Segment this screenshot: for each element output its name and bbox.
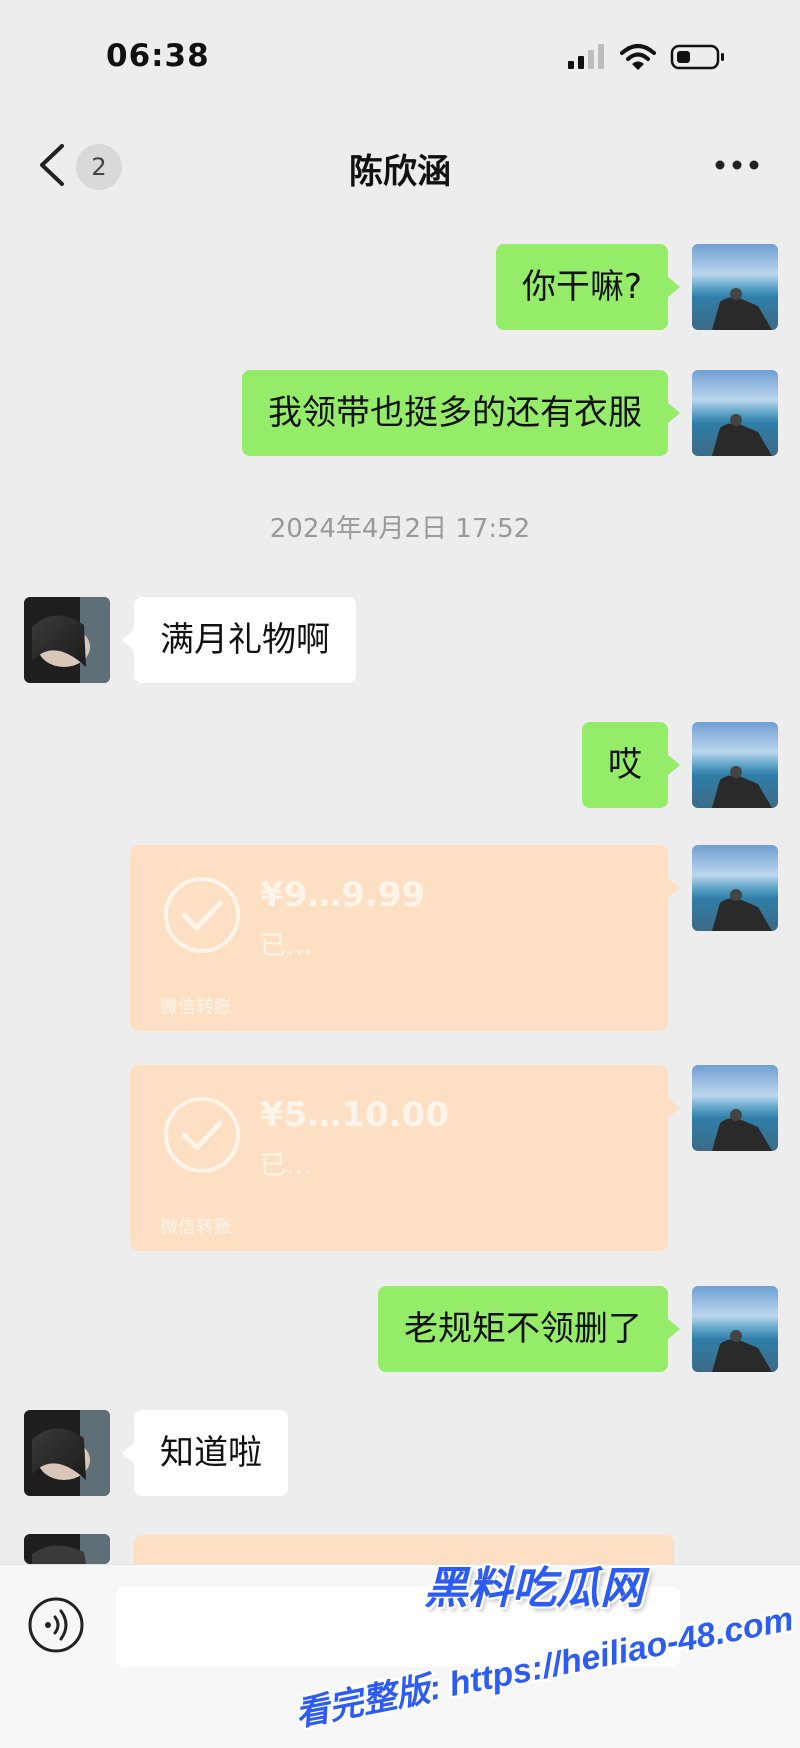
status-time: 06:38 bbox=[106, 38, 210, 74]
message-bubble[interactable]: 知道啦 bbox=[122, 1410, 288, 1496]
chat-timestamp: 2024年4月2日 17:52 bbox=[269, 514, 531, 544]
status-icons bbox=[566, 42, 726, 72]
message-row: 满月礼物啊 bbox=[0, 597, 800, 683]
self-avatar[interactable] bbox=[692, 1286, 778, 1372]
transfer-status: 已… bbox=[260, 931, 313, 961]
check-circle-icon bbox=[164, 877, 240, 953]
transfer-status: 已… bbox=[260, 1151, 313, 1181]
signal-icon bbox=[568, 44, 604, 69]
transfer-card[interactable]: ¥5…10.00 已… 微信转账 bbox=[130, 1065, 680, 1251]
self-avatar[interactable] bbox=[692, 722, 778, 808]
transfer-footer: 微信转账 bbox=[160, 997, 232, 1018]
transfer-amount: ¥5…10.00 bbox=[260, 1095, 449, 1135]
chat-title: 陈欣涵 bbox=[349, 152, 451, 192]
contact-avatar[interactable] bbox=[24, 1534, 110, 1564]
transfer-amount: ¥9…9.99 bbox=[260, 875, 426, 915]
status-bar: 06:38 bbox=[0, 0, 800, 110]
contact-avatar[interactable] bbox=[24, 1410, 110, 1496]
watermark-url: 看完整版: https://heiliao-48.com bbox=[298, 1597, 799, 1736]
contact-avatar[interactable] bbox=[24, 597, 110, 683]
voice-icon bbox=[28, 1597, 84, 1653]
more-icon bbox=[715, 160, 759, 170]
message-row: 知道啦 bbox=[0, 1410, 800, 1496]
message-row: 你干嘛? bbox=[0, 244, 800, 330]
self-avatar[interactable] bbox=[692, 370, 778, 456]
more-button[interactable] bbox=[714, 150, 760, 180]
self-avatar[interactable] bbox=[692, 845, 778, 931]
chat-header: 2 陈欣涵 bbox=[0, 120, 800, 210]
message-bubble[interactable]: 老规矩不领删了 bbox=[378, 1286, 680, 1372]
svg-text:看完整版: https://heiliao-48.com: 看完整版: https://heiliao-48.com bbox=[298, 1600, 796, 1734]
wifi-icon bbox=[620, 44, 656, 70]
transfer-footer: 微信转账 bbox=[160, 1217, 232, 1238]
check-circle-icon bbox=[164, 1097, 240, 1173]
transfer-card[interactable]: ¥9…9.99 已… 微信转账 bbox=[130, 845, 680, 1031]
message-bubble[interactable]: 哎 bbox=[582, 722, 680, 808]
message-bubble[interactable]: 我领带也挺多的还有衣服 bbox=[242, 370, 680, 456]
message-row: 老规矩不领删了 bbox=[0, 1286, 800, 1372]
self-avatar[interactable] bbox=[692, 1065, 778, 1151]
message-bubble[interactable]: 满月礼物啊 bbox=[122, 597, 356, 683]
voice-button[interactable] bbox=[26, 1595, 86, 1655]
message-bubble[interactable]: 你干嘛? bbox=[495, 244, 681, 330]
message-row: 我领带也挺多的还有衣服 bbox=[0, 370, 800, 456]
message-row: 哎 bbox=[0, 722, 800, 808]
battery-icon bbox=[670, 44, 724, 70]
self-avatar[interactable] bbox=[692, 244, 778, 330]
